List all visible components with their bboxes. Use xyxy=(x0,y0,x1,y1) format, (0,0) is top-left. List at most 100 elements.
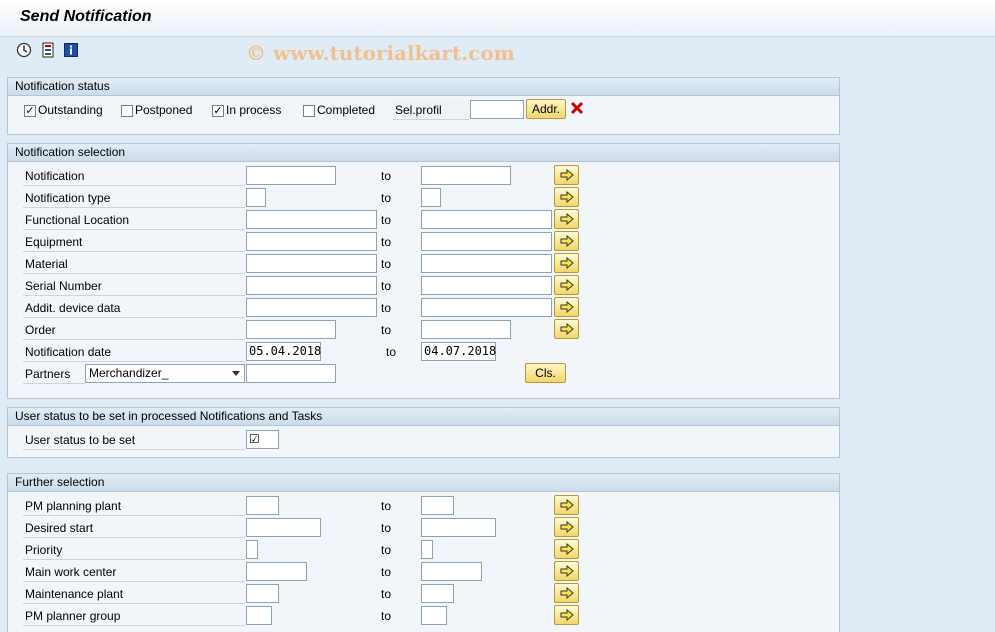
to-label: to xyxy=(381,169,392,183)
from-input[interactable] xyxy=(246,562,307,581)
from-input[interactable] xyxy=(246,232,377,251)
from-input[interactable] xyxy=(246,188,266,207)
partner-role-dropdown[interactable]: Merchandizer_ xyxy=(85,364,245,383)
multiple-selection-button[interactable] xyxy=(554,539,579,559)
from-input[interactable] xyxy=(246,496,279,515)
to-input[interactable] xyxy=(421,188,441,207)
multiple-selection-button[interactable] xyxy=(554,561,579,581)
to-input[interactable] xyxy=(421,232,552,251)
multiple-selection-button[interactable] xyxy=(554,209,579,229)
arrow-right-icon xyxy=(560,235,574,247)
sel-profil-label: Sel.profil xyxy=(393,100,469,120)
multiple-selection-button[interactable] xyxy=(554,495,579,515)
user-status-group: User status to be set in processed Notif… xyxy=(7,407,840,458)
multiple-selection-button[interactable] xyxy=(554,275,579,295)
from-input[interactable] xyxy=(246,254,377,273)
from-input[interactable] xyxy=(246,276,377,295)
chevron-down-icon xyxy=(232,371,240,376)
arrow-right-icon xyxy=(560,587,574,599)
completed-checkbox[interactable] xyxy=(303,105,315,117)
in-process-checkbox[interactable]: ✓ xyxy=(212,105,224,117)
to-input[interactable] xyxy=(421,562,482,581)
to-label: to xyxy=(386,345,397,359)
partner-role-value: Merchandizer_ xyxy=(89,366,169,380)
to-input[interactable] xyxy=(421,254,552,273)
to-label: to xyxy=(381,587,392,601)
partner-input[interactable] xyxy=(246,364,336,383)
multiple-selection-button[interactable] xyxy=(554,605,579,625)
multiple-selection-button[interactable] xyxy=(554,253,579,273)
multiple-selection-button[interactable] xyxy=(554,187,579,207)
notification-selection-group: Notification selection Notification to Not… xyxy=(7,143,840,399)
sel-profil-input[interactable] xyxy=(470,100,524,119)
to-input[interactable] xyxy=(421,518,496,537)
arrow-right-icon xyxy=(560,169,574,181)
to-label: to xyxy=(381,301,392,315)
to-input[interactable] xyxy=(421,584,454,603)
field-label: PM planner group xyxy=(23,606,245,626)
cls-button[interactable]: Cls. xyxy=(525,363,566,383)
from-input[interactable] xyxy=(246,518,321,537)
to-label: to xyxy=(381,235,392,249)
to-input[interactable] xyxy=(421,210,552,229)
to-input[interactable] xyxy=(421,276,552,295)
arrow-right-icon xyxy=(560,521,574,533)
field-label: Desired start xyxy=(23,518,245,538)
from-input[interactable] xyxy=(246,320,336,339)
field-label: Priority xyxy=(23,540,245,560)
to-label: to xyxy=(381,521,392,535)
execute-icon[interactable] xyxy=(15,41,33,59)
multiple-selection-button[interactable] xyxy=(554,231,579,251)
to-input[interactable]: 04.07.2018 xyxy=(421,342,496,361)
info-icon[interactable] xyxy=(62,41,80,59)
multiple-selection-button[interactable] xyxy=(554,319,579,339)
to-input[interactable] xyxy=(421,166,511,185)
field-label: Main work center xyxy=(23,562,245,582)
to-label: to xyxy=(381,257,392,271)
completed-label: Completed xyxy=(317,103,376,117)
from-input[interactable] xyxy=(246,540,258,559)
to-label: to xyxy=(381,543,392,557)
to-label: to xyxy=(381,191,392,205)
group-title: Further selection xyxy=(8,474,839,492)
to-input[interactable] xyxy=(421,298,552,317)
multiple-selection-button[interactable] xyxy=(554,517,579,537)
from-input[interactable]: 05.04.2018 xyxy=(246,342,321,361)
to-label: to xyxy=(381,565,392,579)
to-label: to xyxy=(381,323,392,337)
field-label: Equipment xyxy=(23,232,245,252)
arrow-right-icon xyxy=(560,323,574,335)
from-input[interactable] xyxy=(246,298,377,317)
arrow-right-icon xyxy=(560,565,574,577)
outstanding-checkbox[interactable]: ✓ xyxy=(24,105,36,117)
from-input[interactable] xyxy=(246,166,336,185)
arrow-right-icon xyxy=(560,279,574,291)
addr-button[interactable]: Addr. xyxy=(526,99,566,119)
to-input[interactable] xyxy=(421,540,433,559)
to-input[interactable] xyxy=(421,320,511,339)
multiple-selection-button[interactable] xyxy=(554,297,579,317)
from-input[interactable] xyxy=(246,584,279,603)
to-label: to xyxy=(381,279,392,293)
watermark: © www.tutorialkart.com xyxy=(246,41,515,65)
multiple-selection-button[interactable] xyxy=(554,165,579,185)
from-input[interactable] xyxy=(246,210,377,229)
postponed-label: Postponed xyxy=(135,103,193,117)
to-input[interactable] xyxy=(421,606,447,625)
user-status-input[interactable]: ☑ xyxy=(246,430,279,449)
multiple-selection-button[interactable] xyxy=(554,583,579,603)
postponed-checkbox[interactable] xyxy=(121,105,133,117)
from-input[interactable] xyxy=(246,606,272,625)
outstanding-label: Outstanding xyxy=(38,103,103,117)
field-label: Serial Number xyxy=(23,276,245,296)
arrow-right-icon xyxy=(560,213,574,225)
arrow-right-icon xyxy=(560,257,574,269)
selection-variant-icon[interactable] xyxy=(39,41,57,59)
page-title: Send Notification xyxy=(20,8,152,25)
to-label: to xyxy=(381,213,392,227)
field-label: Notification xyxy=(23,166,245,186)
to-input[interactable] xyxy=(421,496,454,515)
application-toolbar: © www.tutorialkart.com xyxy=(0,37,995,65)
delete-icon[interactable] xyxy=(570,101,584,115)
to-label: to xyxy=(381,609,392,623)
